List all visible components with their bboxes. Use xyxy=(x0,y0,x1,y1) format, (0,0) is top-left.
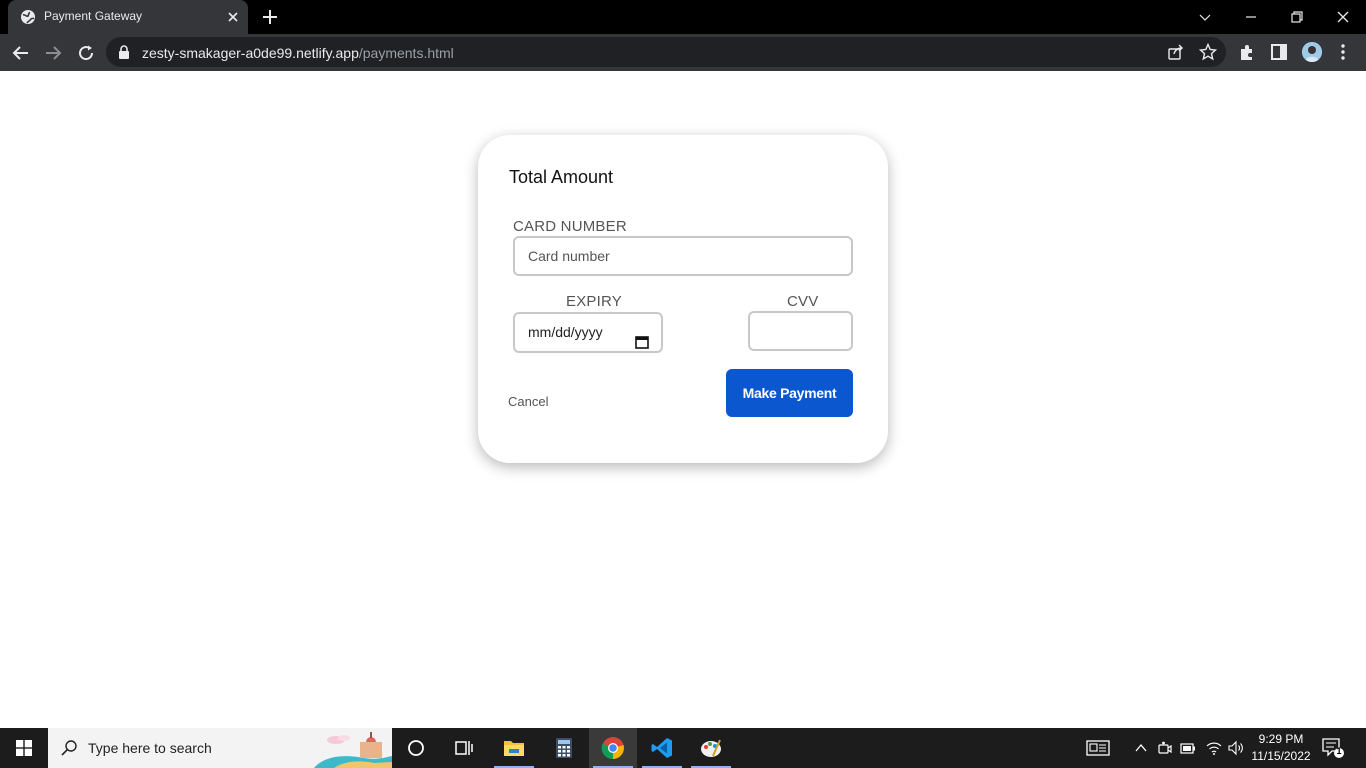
address-bar[interactable]: zesty-smakager-a0de99.netlify.app/paymen… xyxy=(106,37,1226,67)
clock-date: 11/15/2022 xyxy=(1251,749,1311,763)
plus-icon[interactable] xyxy=(260,7,280,27)
extensions-icon[interactable] xyxy=(1238,43,1258,63)
profile-avatar[interactable] xyxy=(1302,42,1322,62)
globe-icon xyxy=(20,9,36,25)
task-view-icon[interactable] xyxy=(440,728,488,768)
vscode-icon[interactable] xyxy=(638,728,686,768)
taskbar: Type here to search 9:29 PM 11/15/2022 1 xyxy=(0,728,1366,768)
browser-tab[interactable]: Payment Gateway xyxy=(8,0,248,34)
side-panel-icon[interactable] xyxy=(1270,43,1290,63)
back-arrow-icon[interactable] xyxy=(8,40,34,66)
chevron-down-icon[interactable] xyxy=(1182,0,1228,34)
browser-toolbar: zesty-smakager-a0de99.netlify.app/paymen… xyxy=(0,34,1366,71)
kebab-menu-icon[interactable] xyxy=(1334,43,1354,63)
chrome-icon[interactable] xyxy=(589,728,637,768)
expiry-label: EXPIRY xyxy=(566,293,622,310)
total-amount-heading: Total Amount xyxy=(509,167,614,187)
taskbar-search-box[interactable]: Type here to search xyxy=(48,728,392,768)
url-path: /payments.html xyxy=(358,45,454,61)
cancel-link[interactable]: Cancel xyxy=(508,394,548,409)
cortana-icon[interactable] xyxy=(392,728,440,768)
expiry-placeholder: mm/dd/yyyy xyxy=(528,324,603,340)
lock-icon[interactable] xyxy=(118,45,130,59)
cvv-input[interactable] xyxy=(748,311,853,351)
card-number-input[interactable] xyxy=(513,236,853,276)
tab-title: Payment Gateway xyxy=(44,9,143,23)
search-highlight-illustration xyxy=(314,728,392,768)
notification-badge-count: 1 xyxy=(1336,746,1342,756)
payment-card: Total Amount CARD NUMBER EXPIRY mm/dd/yy… xyxy=(478,135,888,463)
reload-icon[interactable] xyxy=(73,40,99,66)
chevron-up-icon[interactable] xyxy=(1133,740,1149,756)
taskbar-clock[interactable]: 9:29 PM 11/15/2022 xyxy=(1248,731,1314,765)
windows-start-icon[interactable] xyxy=(0,728,48,768)
notification-center-icon[interactable]: 1 xyxy=(1322,738,1344,758)
volume-icon[interactable] xyxy=(1228,740,1244,756)
news-widget-icon[interactable] xyxy=(1086,740,1110,756)
close-icon[interactable] xyxy=(224,8,242,26)
minimize-icon[interactable] xyxy=(1228,0,1274,34)
wifi-icon[interactable] xyxy=(1206,740,1222,756)
page-viewport: Total Amount CARD NUMBER EXPIRY mm/dd/yy… xyxy=(0,71,1366,728)
file-explorer-icon[interactable] xyxy=(490,728,538,768)
expiry-date-input[interactable]: mm/dd/yyyy xyxy=(513,312,663,353)
url-text[interactable]: zesty-smakager-a0de99.netlify.app/paymen… xyxy=(142,45,454,61)
window-close-icon[interactable] xyxy=(1320,0,1366,34)
calendar-icon[interactable] xyxy=(635,326,649,349)
meet-now-icon[interactable] xyxy=(1157,740,1173,756)
star-icon[interactable] xyxy=(1198,42,1218,61)
url-host: zesty-smakager-a0de99.netlify.app xyxy=(142,45,359,61)
calculator-icon[interactable] xyxy=(540,728,588,768)
paint-icon[interactable] xyxy=(687,728,735,768)
clock-time: 9:29 PM xyxy=(1258,732,1304,746)
cvv-label: CVV xyxy=(787,293,819,310)
browser-tab-strip: Payment Gateway xyxy=(0,0,1366,34)
card-number-label: CARD NUMBER xyxy=(513,218,627,235)
make-payment-button[interactable]: Make Payment xyxy=(726,369,853,417)
battery-icon[interactable] xyxy=(1180,740,1196,756)
restore-icon[interactable] xyxy=(1274,0,1320,34)
search-icon xyxy=(60,739,78,757)
share-icon[interactable] xyxy=(1167,43,1185,61)
forward-arrow-icon[interactable] xyxy=(40,40,66,66)
search-placeholder: Type here to search xyxy=(88,740,212,756)
